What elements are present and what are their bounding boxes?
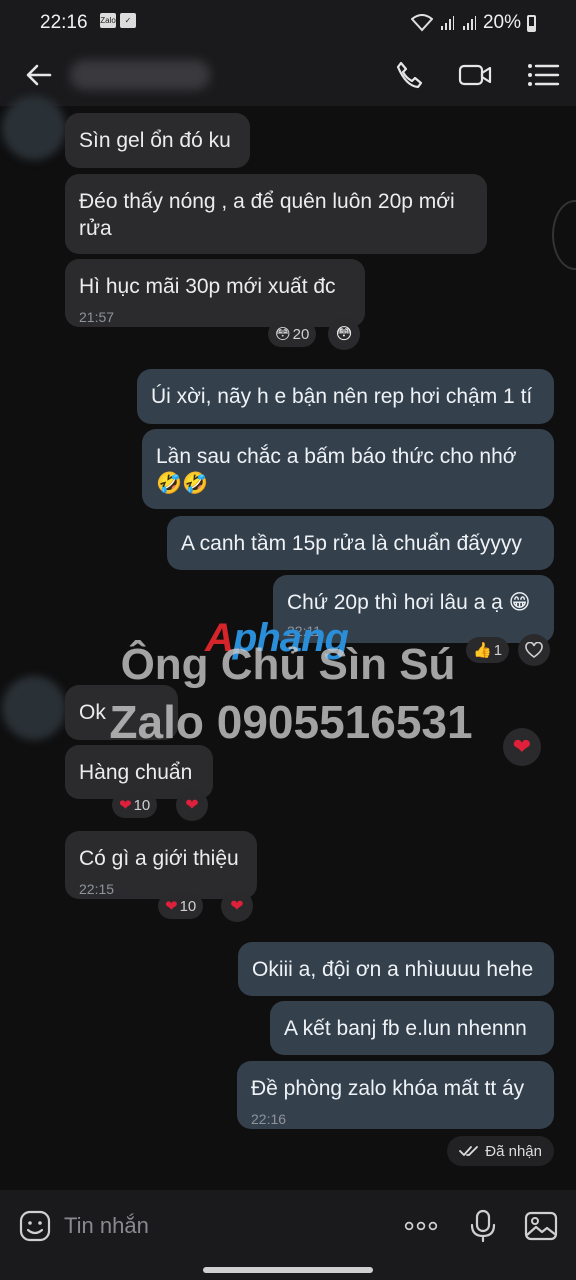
battery-percent: 20% <box>482 12 521 33</box>
reaction-summary[interactable]: ❤ 10 <box>158 893 204 919</box>
arrow-left-icon[interactable] <box>22 58 56 92</box>
reaction-count: 10 <box>179 897 197 915</box>
heart-emoji-icon: ❤ <box>119 797 132 814</box>
notification-icons: Zalo ✓ <box>100 13 136 28</box>
message-text: Hì hục mãi 30p mới xuất đc <box>79 275 336 298</box>
image-icon[interactable] <box>524 1209 558 1243</box>
message-text: Lần sau chắc a bấm báo thức cho nhớ 🤣🤣 <box>156 445 517 495</box>
message-bubble[interactable]: A kết banj fb e.lun nhennn <box>270 1001 554 1055</box>
delivery-status-text: Đã nhận <box>485 1142 542 1160</box>
gesture-bar <box>0 1262 576 1280</box>
message-text: Úi xời, nãy h e bận nên rep hơi chậm 1 t… <box>151 385 533 408</box>
message-bubble[interactable]: Hì hục mãi 30p mới xuất đc 21:57 <box>65 259 365 327</box>
react-button[interactable]: ❤ <box>176 789 208 821</box>
watermark-line-2: Zalo 0905516531 <box>109 696 473 748</box>
battery-icon <box>527 14 536 32</box>
avatar[interactable] <box>2 96 66 160</box>
message-text: Có gì a giới thiệu <box>79 847 239 870</box>
message-text: A canh tầm 15p rửa là chuẩn đấyyyy <box>181 532 522 555</box>
flushed-emoji-icon: 😳 <box>335 326 353 343</box>
message-composer: Tin nhắn <box>0 1190 576 1262</box>
heart-emoji-icon[interactable]: ❤ <box>503 728 541 766</box>
sticker-icon[interactable] <box>18 1209 52 1243</box>
message-text: Đề phòng zalo khóa mất tt áy <box>251 1077 525 1100</box>
signal-icon-2 <box>462 16 476 30</box>
message-bubble[interactable]: Đề phòng zalo khóa mất tt áy 22:16 <box>237 1061 554 1129</box>
status-bar: 22:16 Zalo ✓ 20% <box>0 0 576 44</box>
contact-name-blurred[interactable] <box>70 60 210 90</box>
list-menu-icon[interactable] <box>526 58 560 92</box>
watermark-line-1: Ông Chủ Sìn Sú <box>120 640 456 689</box>
microphone-icon[interactable] <box>466 1209 500 1243</box>
double-check-icon <box>459 1146 479 1156</box>
chat-header <box>0 44 576 106</box>
message-text: Sìn gel ổn đó ku <box>79 129 231 152</box>
home-indicator[interactable] <box>203 1267 373 1273</box>
reaction-count: 20 <box>292 325 310 343</box>
video-camera-icon[interactable] <box>458 58 492 92</box>
heart-emoji-icon: ❤ <box>185 797 199 814</box>
signal-icon <box>440 16 454 30</box>
phone-icon[interactable] <box>392 58 426 92</box>
message-text: Đéo thấy nóng , a để quên luôn 20p mới r… <box>79 190 455 240</box>
message-text: A kết banj fb e.lun nhennn <box>284 1017 527 1040</box>
check-notification-icon: ✓ <box>120 13 136 28</box>
reaction-summary[interactable]: ❤ 10 <box>112 792 158 818</box>
message-bubble[interactable]: Okiii a, đội ơn a nhìuuuu hehe <box>238 942 554 996</box>
reaction-count: 10 <box>133 796 151 814</box>
message-text: Hàng chuẩn <box>79 761 193 784</box>
message-input[interactable]: Tin nhắn <box>64 1213 149 1239</box>
message-bubble[interactable]: Đéo thấy nóng , a để quên luôn 20p mới r… <box>65 174 487 254</box>
heart-emoji-icon: ❤ <box>230 898 244 915</box>
message-text: Okiii a, đội ơn a nhìuuuu hehe <box>252 958 534 981</box>
message-text: Chứ 20p thì hơi lâu a ạ 😁 <box>287 591 531 614</box>
message-bubble[interactable]: Có gì a giới thiệu 22:15 <box>65 831 257 899</box>
wifi-icon <box>410 14 433 32</box>
status-time: 22:16 <box>40 12 88 33</box>
react-button[interactable]: ❤ <box>221 890 253 922</box>
message-bubble[interactable]: A canh tầm 15p rửa là chuẩn đấyyyy <box>167 516 554 570</box>
message-bubble[interactable]: Lần sau chắc a bấm báo thức cho nhớ 🤣🤣 <box>142 429 554 509</box>
message-bubble[interactable]: Sìn gel ổn đó ku <box>65 113 250 168</box>
more-options-icon[interactable] <box>404 1209 438 1243</box>
scroll-handle[interactable] <box>552 200 576 270</box>
flushed-emoji-icon: 😳 <box>275 326 291 343</box>
delivery-status: Đã nhận <box>447 1136 554 1166</box>
heart-emoji-icon: ❤ <box>165 898 178 915</box>
zalo-notification-icon: Zalo <box>100 13 116 28</box>
reaction-summary[interactable]: 😳 20 <box>268 321 317 347</box>
react-button[interactable]: 😳 <box>328 318 360 350</box>
status-right: 20% <box>410 12 536 34</box>
message-bubble[interactable]: Úi xời, nãy h e bận nên rep hơi chậm 1 t… <box>137 369 554 424</box>
message-time: 22:16 <box>251 1111 287 1127</box>
